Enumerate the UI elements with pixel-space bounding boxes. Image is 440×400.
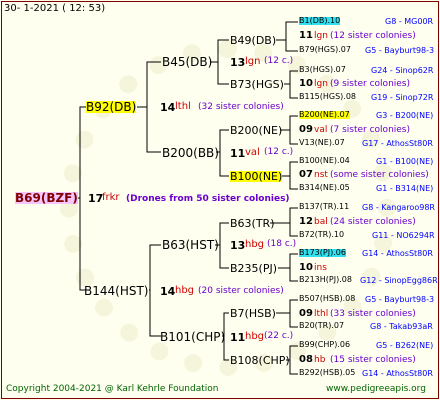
g5-3-count: 07	[299, 169, 313, 180]
g5-2-race: val	[314, 125, 328, 135]
g5-2-bot[interactable]: V13(NE).07	[299, 139, 345, 147]
b45-colonies: (12 c.)	[264, 56, 294, 66]
b92-count: 14	[160, 101, 176, 114]
b92-race: lthl	[175, 101, 191, 112]
queen-b7-hsb[interactable]: B7(HSB)	[230, 308, 276, 319]
g5-0-bot-ref: G5 - Bayburt98-3	[365, 46, 435, 55]
g5-6-bot[interactable]: B20(TR).07	[299, 322, 344, 330]
g5-6-colonies: (33 sister colonies)	[330, 309, 416, 319]
g5-6-race: lthl	[314, 309, 329, 319]
root-queen[interactable]: B69(BZF)	[15, 192, 78, 204]
g5-6-top-ref: G5 - Bayburt98-3	[365, 295, 435, 304]
g5-7-bot-ref: G14 - AthosSt80R	[362, 369, 433, 378]
g5-2-colonies: (7 sister colonies)	[330, 125, 411, 135]
g5-5-race: ins	[314, 263, 327, 273]
g5-6-top[interactable]: B507(HSB).08	[299, 295, 355, 303]
g5-4-bot[interactable]: B72(TR).10	[299, 231, 344, 239]
g5-0-colonies: (12 sister colonies)	[330, 31, 416, 41]
g5-4-colonies: (24 sister colonies)	[330, 217, 416, 227]
g5-2-bot-ref: G17 - AthosSt80R	[362, 139, 433, 148]
b45-race: lgn	[245, 56, 261, 67]
queen-b235-pj[interactable]: B235(PJ)	[230, 263, 277, 274]
b144-colonies: (20 sister colonies)	[198, 286, 284, 296]
g5-1-top[interactable]: B3(HGS).07	[299, 66, 346, 74]
b144-race: hbg	[175, 285, 195, 296]
b200bb-count: 11	[230, 147, 246, 160]
root-race: frkr	[102, 192, 120, 203]
g5-0-top[interactable]: B1(DB).10	[299, 17, 341, 25]
queen-b101-chp[interactable]: B101(CHP)	[160, 331, 225, 343]
g5-6-count: 09	[299, 308, 313, 319]
g5-7-count: 08	[299, 354, 313, 365]
queen-b45-db[interactable]: B45(DB)	[162, 56, 212, 68]
g5-6-bot-ref: G8 - Takab93aR	[370, 322, 433, 331]
b63-count: 13	[230, 239, 246, 252]
g5-0-bot[interactable]: B79(HGS).07	[299, 46, 351, 54]
g5-7-colonies: (15 sister colonies)	[330, 355, 416, 365]
g5-3-bot-ref: G1 - B314(NE)	[376, 184, 434, 193]
g5-1-count: 10	[299, 78, 313, 89]
queen-b144-hst[interactable]: B144(HST)	[84, 285, 148, 297]
queen-b63-tr[interactable]: B63(TR)	[230, 218, 275, 229]
g5-0-top-ref: G8 - MG00R	[385, 17, 434, 26]
g5-1-bot[interactable]: B115(HGS).08	[299, 93, 356, 101]
b63-race: hbg	[245, 239, 265, 250]
g5-0-count: 11	[299, 30, 313, 41]
b92-colonies: (32 sister colonies)	[198, 102, 284, 112]
g5-3-top-ref: G1 - B100(NE)	[376, 157, 434, 166]
b101-race: hbg	[245, 331, 265, 342]
g5-2-top[interactable]: B200(NE).07	[299, 111, 350, 119]
b200bb-colonies: (12 c.)	[264, 147, 294, 157]
g5-7-top-ref: G5 - B262(NE)	[376, 341, 434, 350]
queen-b73-hgs[interactable]: B73(HGS)	[230, 79, 284, 90]
b101-count: 11	[230, 331, 246, 344]
queen-b200-bb[interactable]: B200(BB)	[162, 147, 219, 159]
g5-5-bot[interactable]: B213H(PJ).08	[299, 276, 352, 284]
queen-b108-chp[interactable]: B108(CHP)	[230, 355, 290, 366]
copyright-text: Copyright 2004-2021 @ Karl Kehrle Founda…	[6, 384, 219, 394]
queen-b100-ne[interactable]: B100(NE)	[230, 171, 283, 182]
g5-4-race: bal	[314, 217, 328, 227]
g5-3-race: nst	[314, 170, 328, 180]
g5-7-race: hb	[314, 355, 326, 365]
b101-colonies: (22 c.)	[264, 331, 294, 341]
g5-4-bot-ref: G11 - NO6294R	[372, 231, 435, 240]
queen-b49-db[interactable]: B49(DB)	[230, 35, 276, 46]
g5-2-top-ref: G3 - B200(NE)	[376, 111, 434, 120]
b63-colonies: (18 c.)	[267, 239, 297, 249]
g5-5-count: 10	[299, 262, 313, 273]
g5-5-top-ref: G14 - AthosSt80R	[362, 249, 433, 258]
g5-7-top[interactable]: B99(CHP).06	[299, 341, 350, 349]
g5-1-bot-ref: G19 - Sinop72R	[371, 93, 434, 102]
g5-3-colonies: (some sister colonies)	[330, 170, 429, 180]
g5-0-race: lgn	[314, 31, 328, 41]
g5-3-bot[interactable]: B314(NE).05	[299, 184, 350, 192]
queen-b200-ne[interactable]: B200(NE)	[230, 125, 282, 136]
site-link[interactable]: www.pedigreeapis.org	[326, 385, 426, 394]
b144-count: 14	[160, 285, 176, 298]
g5-4-top-ref: G8 - Kangaroo98R	[362, 203, 435, 212]
g5-1-top-ref: G24 - Sinop62R	[371, 66, 434, 75]
queen-b63-hst[interactable]: B63(HST)	[162, 239, 219, 251]
g5-4-count: 12	[299, 216, 313, 227]
queen-b92-db[interactable]: B92(DB)	[86, 101, 137, 113]
g5-7-bot[interactable]: B292(HSB).05	[299, 369, 355, 377]
timestamp: 30- 1-2021 ( 12: 53)	[4, 3, 106, 14]
g5-2-count: 09	[299, 124, 313, 135]
root-colonies: (Drones from 50 sister colonies)	[126, 194, 290, 204]
g5-3-top[interactable]: B100(NE).04	[299, 157, 350, 165]
g5-1-colonies: (9 sister colonies)	[330, 79, 411, 89]
g5-5-bot-ref: G12 - SinopEgg86R	[360, 276, 438, 285]
b45-count: 13	[230, 56, 246, 69]
g5-4-top[interactable]: B137(TR).11	[299, 203, 349, 211]
b200bb-race: val	[245, 147, 260, 158]
g5-5-top[interactable]: B173(PJ).06	[299, 249, 346, 257]
g5-1-race: lgn	[314, 79, 328, 89]
